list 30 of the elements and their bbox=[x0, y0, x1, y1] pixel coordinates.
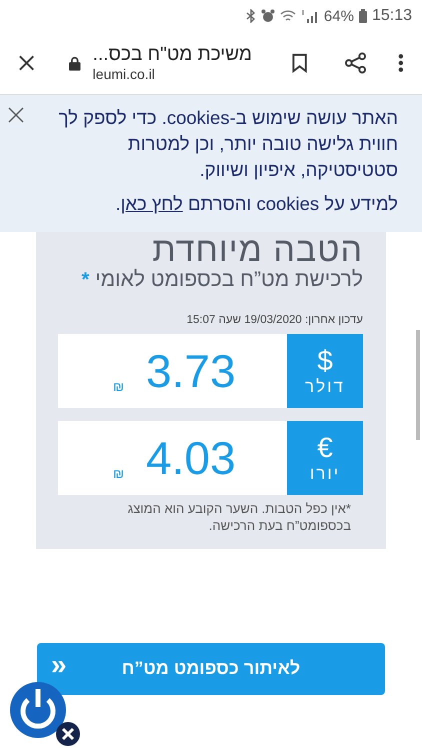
cookie-info: למידע על cookies והסרתם לחץ כאן. bbox=[114, 192, 398, 216]
share-icon[interactable] bbox=[345, 52, 366, 74]
battery-percent: 64% bbox=[324, 8, 354, 24]
page-title: משיכת מט"ח בכס... bbox=[92, 44, 252, 66]
shekel-sign: ₪ bbox=[113, 466, 124, 481]
battery-icon bbox=[358, 9, 367, 23]
signal-icon bbox=[300, 10, 319, 22]
menu-icon[interactable] bbox=[398, 53, 404, 73]
asterisk: * bbox=[82, 269, 90, 292]
currency-name: דולר bbox=[305, 377, 345, 397]
last-updated: עדכון אחרון: 19/03/2020 שעה 15:07 bbox=[186, 314, 363, 326]
currency-symbol: € bbox=[317, 432, 333, 464]
close-icon[interactable] bbox=[8, 107, 24, 123]
wifi-icon bbox=[280, 10, 296, 22]
bluetooth-icon bbox=[246, 9, 256, 23]
bookmark-icon[interactable] bbox=[292, 53, 308, 73]
clock: 15:13 bbox=[372, 7, 412, 25]
disclaimer-note: *אין כפל הטבות. השער הקובע הוא המוצג בכספומט”ח בעת הרכישה. bbox=[126, 501, 351, 535]
url-text: leumi.co.il bbox=[92, 66, 156, 82]
rate-value: 3.73 bbox=[146, 344, 236, 398]
shekel-sign: ₪ bbox=[113, 379, 124, 394]
currency-symbol: $ bbox=[317, 345, 333, 377]
currency-name: יורו bbox=[310, 464, 340, 484]
lock-icon bbox=[69, 56, 81, 70]
close-icon[interactable] bbox=[18, 54, 36, 72]
cookie-notice: האתר עושה שימוש ב-cookies. כדי לספק לך חווית גלישה טובה יותר, וכן למטרות סטטיסטיקה, איפיון ושיווק. bbox=[58, 106, 398, 182]
rate-value: 4.03 bbox=[146, 431, 236, 485]
offer-title: הטבה מיוחדת bbox=[151, 232, 363, 268]
offer-subtitle: לרכישת מט”ח בכספומט לאומי bbox=[95, 268, 363, 292]
click-here-link[interactable]: לחץ כאן bbox=[120, 192, 183, 214]
